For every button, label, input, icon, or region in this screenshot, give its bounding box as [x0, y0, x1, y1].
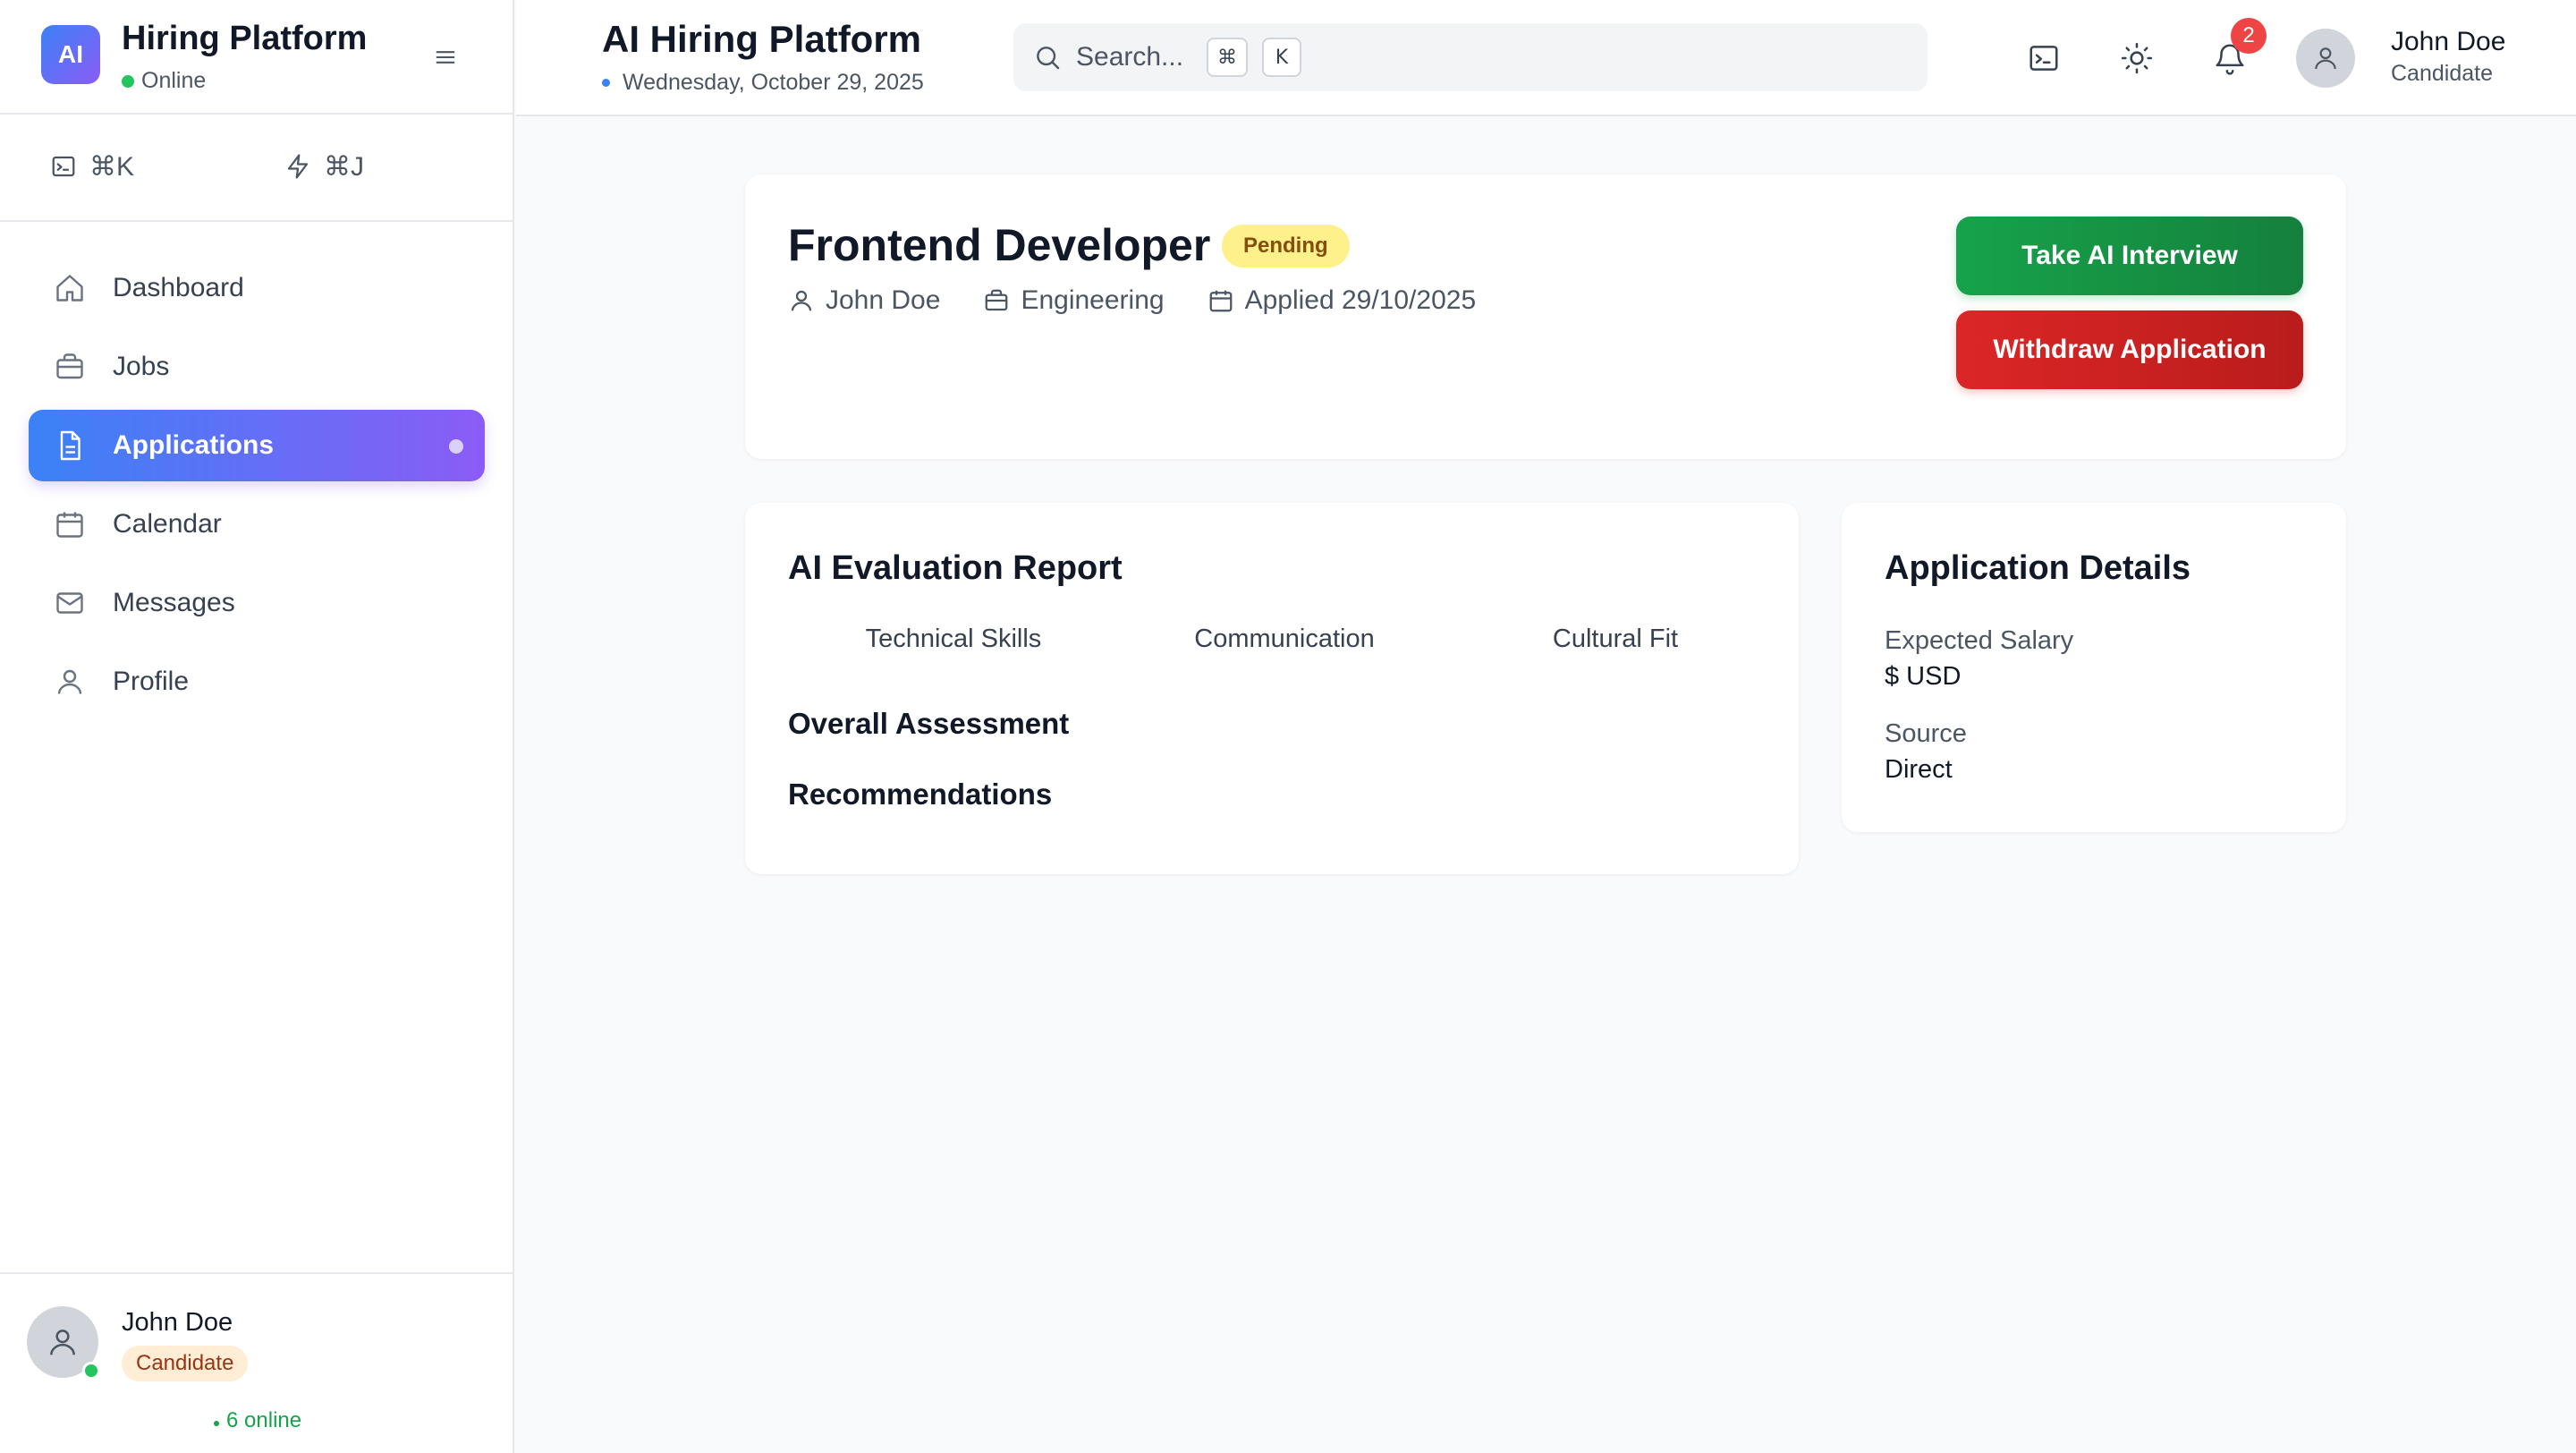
- candidate-name: John Doe: [826, 285, 941, 315]
- source-label: Source: [1885, 719, 1967, 748]
- application-details-card: Application Details Expected Salary $ US…: [1842, 503, 2346, 832]
- avatar-online-dot-icon: [82, 1362, 100, 1380]
- sidebar-item-profile[interactable]: Profile: [29, 646, 485, 718]
- avatar[interactable]: [2296, 29, 2355, 88]
- evaluation-title: AI Evaluation Report: [788, 549, 1123, 587]
- sidebar-item-messages[interactable]: Messages: [29, 567, 485, 639]
- sidebar: AI Hiring Platform Online ⌘K ⌘J Dashboar…: [0, 0, 514, 1453]
- status-badge: Pending: [1222, 225, 1350, 268]
- meta-candidate: John Doe: [788, 285, 940, 316]
- current-date: Wednesday, October 29, 2025: [602, 70, 924, 96]
- meta-applied-date: Applied 29/10/2025: [1208, 285, 1477, 316]
- overall-assessment-heading: Overall Assessment: [788, 707, 1070, 740]
- take-ai-interview-button[interactable]: Take AI Interview: [1956, 217, 2303, 295]
- search-shortcut-cmd-key: ⌘: [1207, 38, 1248, 77]
- job-title: Frontend Developer: [788, 220, 1211, 270]
- mail-icon: [56, 592, 83, 614]
- briefcase-icon: [56, 353, 83, 379]
- search-shortcut-k-key: K: [1262, 38, 1301, 77]
- department-name: Engineering: [1021, 285, 1165, 315]
- theme-toggle-button[interactable]: [2115, 37, 2158, 80]
- sidebar-item-applications[interactable]: Applications: [29, 410, 485, 481]
- current-date-label: Wednesday, October 29, 2025: [623, 70, 924, 95]
- document-icon: [60, 430, 80, 461]
- details-title: Application Details: [1885, 549, 2191, 587]
- recommendations-heading: Recommendations: [788, 777, 1053, 811]
- user-icon: [791, 290, 812, 311]
- ai-evaluation-card: AI Evaluation Report Technical Skills Co…: [745, 503, 1799, 874]
- sidebar-shortcuts: ⌘K ⌘J: [0, 115, 513, 222]
- sidebar-item-label: Calendar: [113, 509, 222, 539]
- search-icon: [1037, 47, 1060, 70]
- user-icon: [50, 1330, 75, 1355]
- online-dot-icon: [122, 74, 134, 88]
- sidebar-item-label: Dashboard: [113, 273, 244, 302]
- online-count-dot-icon: ●: [212, 1415, 221, 1430]
- sidebar-item-calendar[interactable]: Calendar: [29, 489, 485, 560]
- command-shortcut-label: ⌘K: [89, 151, 135, 182]
- sidebar-brand: AI Hiring Platform Online: [0, 0, 513, 115]
- command-palette-button[interactable]: [2022, 37, 2065, 80]
- terminal-icon: [2029, 46, 2058, 71]
- calendar-icon: [56, 512, 83, 538]
- app-logo: AI: [41, 25, 100, 84]
- evaluation-categories: Technical Skills Communication Cultural …: [788, 625, 1783, 654]
- sidebar-item-label: Applications: [113, 430, 275, 460]
- top-bar: AI Hiring Platform Wednesday, October 29…: [516, 0, 2576, 116]
- online-count: ● 6 online: [0, 1408, 514, 1433]
- user-icon: [2315, 47, 2336, 70]
- category-communication: Communication: [1194, 625, 1375, 653]
- sidebar-item-label: Messages: [113, 588, 235, 617]
- bolt-icon: [287, 154, 309, 179]
- quick-shortcut-label: ⌘J: [324, 151, 364, 182]
- category-cultural-fit: Cultural Fit: [1552, 625, 1679, 653]
- withdraw-application-button[interactable]: Withdraw Application: [1956, 310, 2303, 389]
- search-bar[interactable]: ⌘ K: [1013, 23, 1928, 91]
- terminal-icon: [52, 156, 75, 177]
- source-value: Direct: [1885, 755, 1953, 784]
- sidebar-item-jobs[interactable]: Jobs: [29, 331, 485, 403]
- quick-action-shortcut[interactable]: ⌘J: [284, 149, 364, 184]
- role-badge: Candidate: [122, 1346, 249, 1381]
- meta-department: Engineering: [983, 285, 1165, 316]
- sidebar-user-panel: John Doe Candidate ● 6 online: [0, 1272, 514, 1453]
- briefcase-icon: [986, 289, 1008, 311]
- category-technical-skills: Technical Skills: [865, 625, 1042, 653]
- header-user-role: Candidate: [2391, 61, 2493, 86]
- notification-count-badge: 2: [2231, 18, 2267, 54]
- command-palette-shortcut[interactable]: ⌘K: [50, 149, 134, 184]
- sidebar-item-label: Jobs: [113, 352, 170, 381]
- active-indicator-dot: [449, 439, 463, 454]
- search-input[interactable]: [1076, 42, 1192, 72]
- application-meta: John Doe Engineering Applied 29/10/2025: [788, 285, 1476, 316]
- sidebar-item-label: Profile: [113, 667, 190, 696]
- applied-date: Applied 29/10/2025: [1244, 285, 1477, 315]
- sun-icon: [2121, 42, 2153, 74]
- sidebar-toggle-button[interactable]: [429, 41, 462, 73]
- expected-salary-value: $ USD: [1885, 662, 1962, 691]
- menu-icon: [436, 51, 455, 64]
- calendar-icon: [1209, 290, 1232, 312]
- online-count-label: 6 online: [226, 1408, 302, 1432]
- online-status: Online: [122, 68, 206, 94]
- sidebar-item-dashboard[interactable]: Dashboard: [29, 252, 485, 324]
- user-icon: [57, 669, 82, 694]
- header-user-name: John Doe: [2391, 27, 2506, 56]
- expected-salary-label: Expected Salary: [1885, 626, 2074, 655]
- sidebar-nav: Dashboard Jobs Applications Calendar Mes…: [29, 252, 485, 725]
- online-status-label: Online: [141, 68, 207, 93]
- home-icon: [56, 275, 83, 302]
- date-dot-icon: [602, 79, 610, 87]
- app-title: Hiring Platform: [122, 20, 368, 57]
- page-title: AI Hiring Platform: [602, 18, 922, 60]
- application-header-card: Frontend Developer Pending John Doe Engi…: [745, 174, 2346, 459]
- sidebar-user-name: John Doe: [122, 1308, 233, 1337]
